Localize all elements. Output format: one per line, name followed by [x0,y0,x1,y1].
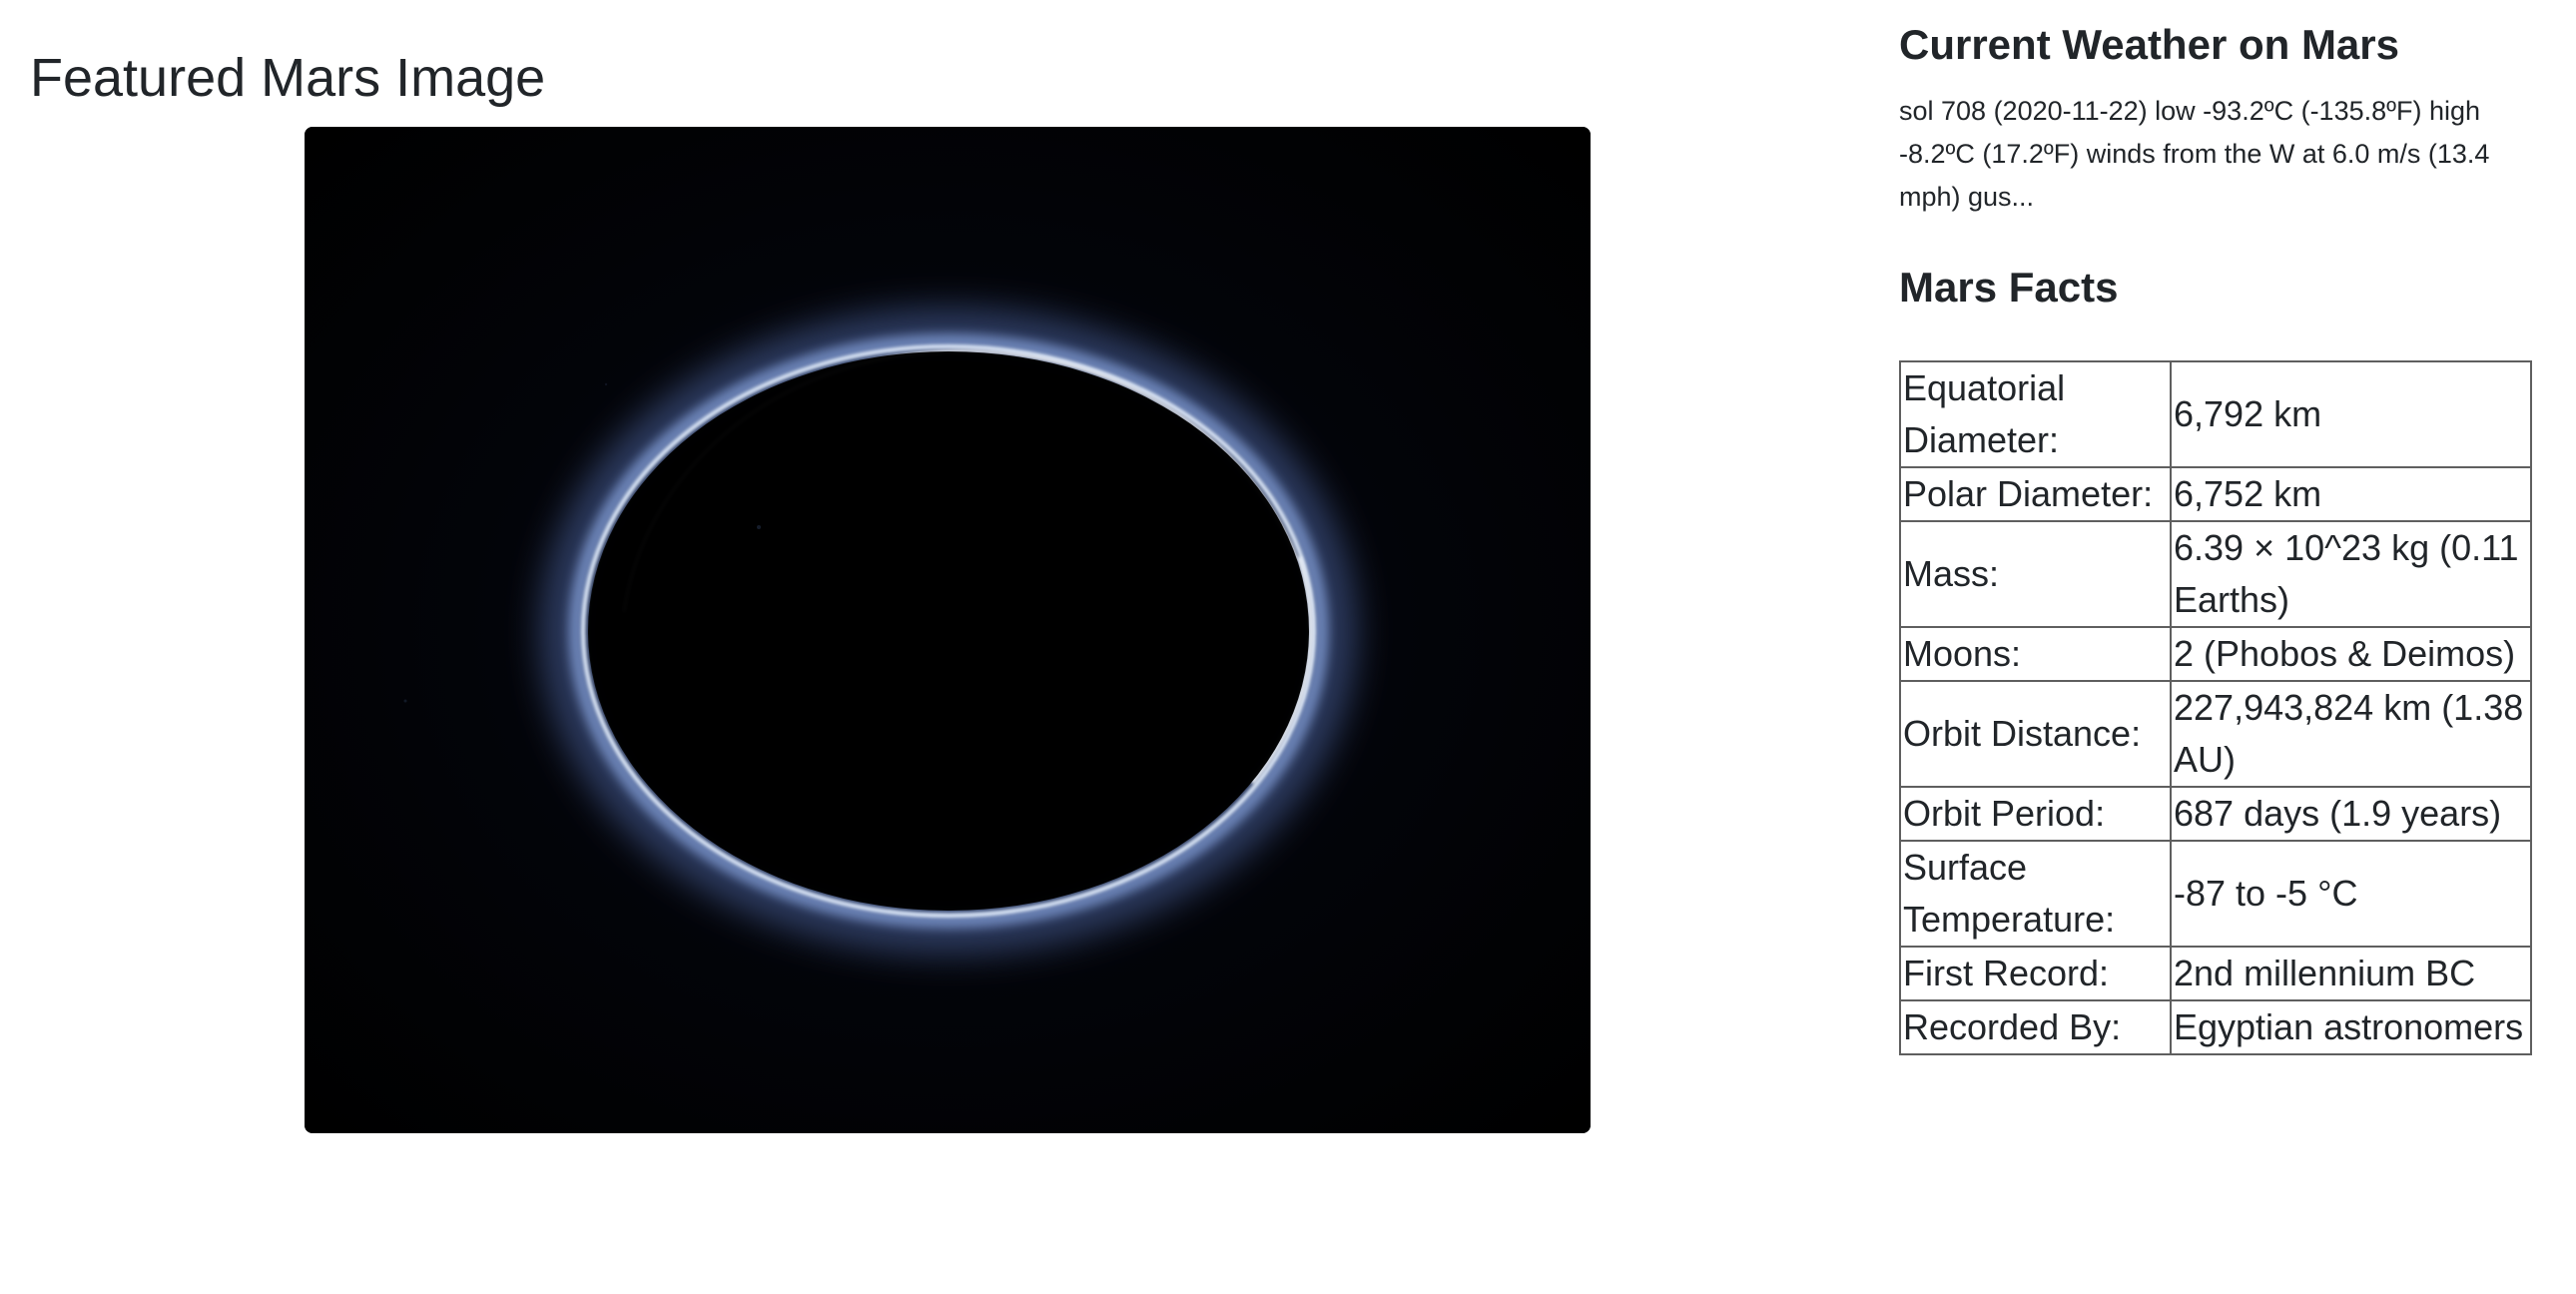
facts-label: Equatorial Diameter: [1899,360,2172,468]
atmosphere-ring [542,310,1355,953]
facts-value: 6,792 km [2170,360,2532,468]
facts-label: Orbit Distance: [1899,680,2172,788]
mars-page: Featured Mars Image Current Weather on M… [0,0,2576,1294]
facts-row-moons: Moons: 2 (Phobos & Deimos) [1899,626,2532,682]
facts-value: 2nd millennium BC [2170,946,2532,1001]
facts-row-first-record: First Record: 2nd millennium BC [1899,946,2532,1001]
facts-label: Moons: [1899,626,2172,682]
featured-section: Featured Mars Image [30,40,545,116]
weather-text: sol 708 (2020-11-22) low -93.2ºC (-135.8… [1899,96,2490,212]
facts-title: Mars Facts [1899,264,2119,311]
facts-table: Equatorial Diameter: 6,792 km Polar Diam… [1899,360,2532,1055]
facts-label: First Record: [1899,946,2172,1001]
facts-label: Recorded By: [1899,999,2172,1055]
facts-row-equatorial-diameter: Equatorial Diameter: 6,792 km [1899,360,2532,468]
facts-label: Surface Temperature: [1899,840,2172,948]
facts-row-polar-diameter: Polar Diameter: 6,752 km [1899,466,2532,522]
facts-row-recorded-by: Recorded By: Egyptian astronomers [1899,999,2532,1055]
facts-label: Polar Diameter: [1899,466,2172,522]
facts-row-orbit-period: Orbit Period: 687 days (1.9 years) [1899,786,2532,842]
facts-value: -87 to -5 °C [2170,840,2532,948]
sidebar: Current Weather on Mars sol 708 (2020-11… [1899,14,2534,1055]
facts-value: 2 (Phobos & Deimos) [2170,626,2532,682]
featured-mars-image [305,127,1591,1133]
weather-title: Current Weather on Mars [1899,21,2399,68]
facts-label: Mass: [1899,520,2172,628]
facts-row-mass: Mass: 6.39 × 10^23 kg (0.11 Earths) [1899,520,2532,628]
facts-value: 227,943,824 km (1.38 AU) [2170,680,2532,788]
facts-value: 687 days (1.9 years) [2170,786,2532,842]
facts-value: Egyptian astronomers [2170,999,2532,1055]
facts-row-surface-temperature: Surface Temperature: -87 to -5 °C [1899,840,2532,948]
facts-value: 6.39 × 10^23 kg (0.11 Earths) [2170,520,2532,628]
facts-label: Orbit Period: [1899,786,2172,842]
facts-row-orbit-distance: Orbit Distance: 227,943,824 km (1.38 AU) [1899,680,2532,788]
facts-value: 6,752 km [2170,466,2532,522]
featured-image-title: Featured Mars Image [30,48,546,108]
